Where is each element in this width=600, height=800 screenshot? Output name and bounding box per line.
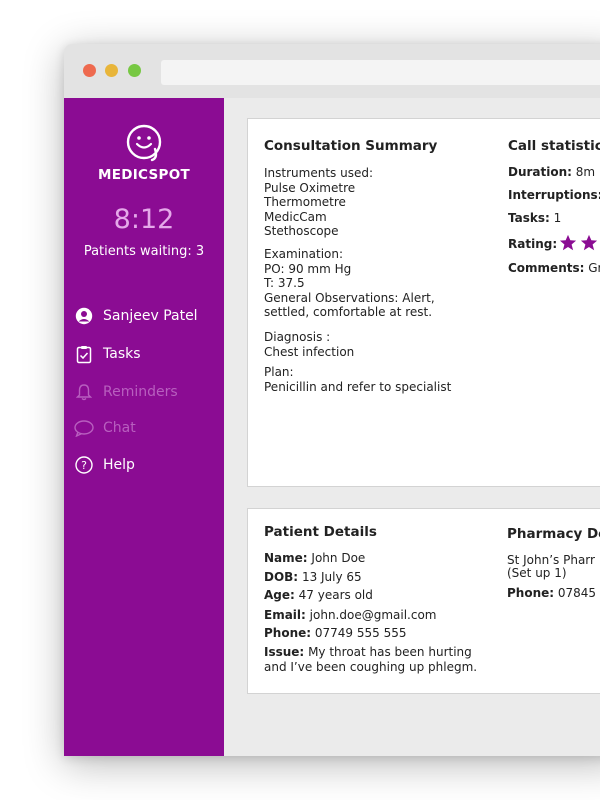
dob-value: 13 July 65 [301,570,362,584]
duration-row: Duration: 8m 1 [508,165,600,179]
sidebar-item-label: Sanjeev Patel [103,308,198,324]
patient-name-row: Name: John Doe [264,551,365,565]
issue-value: and I’ve been coughing up phlegm. [264,660,478,674]
pharmacy-phone-value: 07845 7 [557,586,600,600]
plan-value: Penicillin and refer to specialist [264,379,452,394]
brand-name: MEDICSPOT [97,167,191,183]
name-value: John Doe [311,551,366,565]
instrument-item: Thermometre [264,195,346,209]
chat-bubble-icon [74,418,94,438]
sidebar-item-label: Help [103,457,135,473]
browser-titlebar [64,44,600,98]
patient-email-row: Email: john.doe@gmail.com [264,608,436,622]
phone-value: 07749 555 555 [314,626,407,640]
tasks-row: Tasks: 1 [508,211,561,225]
examination-line: PO: 90 mm Hg [264,261,352,276]
instrument-item: MedicCam [264,209,327,224]
interruptions-row: Interruptions: ( [508,188,600,202]
call-stats-title: Call statistics [508,138,600,154]
plan-label: Plan: [264,365,294,379]
duration-label: Duration: [508,165,572,179]
medicspot-logo-icon [126,124,162,162]
consultation-title: Consultation Summary [264,138,438,154]
age-label: Age: [264,588,295,602]
maximize-window-button[interactable] [128,64,141,77]
rating-label: Rating: [508,237,558,251]
tasks-label: Tasks: [508,211,550,225]
patient-age-row: Age: 47 years old [264,588,373,602]
rating-stars [559,234,598,252]
pharmacy-phone-label: Phone: [507,586,555,600]
clock: 8:12 [113,204,175,235]
sidebar-item-chat[interactable]: Chat [74,416,219,440]
consultation-card: Consultation Summary Instruments used: P… [247,118,600,487]
duration-value: 8m 1 [575,165,600,179]
email-label: Email: [264,608,306,622]
issue-value: My throat has been hurting [308,645,472,659]
name-label: Name: [264,551,308,565]
minimize-window-button[interactable] [105,64,118,77]
diagnosis-section: Diagnosis : Chest infection [264,330,354,359]
sidebar-item-reminders[interactable]: Reminders [74,380,219,404]
sidebar: MEDICSPOT 8:12 Patients waiting: 3 Sanje… [64,98,224,756]
diagnosis-label: Diagnosis : [264,330,331,344]
pharmacy-name: St John’s Pharr (Set up 1) [507,554,595,580]
instruments-section: Instruments used: Pulse Oximetre Thermom… [264,166,373,239]
examination-section: Examination: PO: 90 mm Hg T: 37.5 Genera… [264,247,435,320]
close-window-button[interactable] [83,64,96,77]
patient-issue-row: Issue: My throat has been hurting [264,645,472,659]
patient-dob-row: DOB: 13 July 65 [264,570,362,584]
sidebar-item-label: Reminders [103,384,178,400]
rating-row: Rating: [508,237,557,251]
star-icon [580,234,598,251]
clipboard-check-icon [74,344,94,364]
email-value[interactable]: john.doe@gmail.com [310,608,437,622]
sidebar-item-help[interactable]: ? Help [74,453,219,477]
pharmacy-phone-row: Phone: 07845 7 [507,586,600,600]
sidebar-item-tasks[interactable]: Tasks [74,342,219,366]
star-icon [559,234,577,251]
svg-text:?: ? [81,459,87,472]
dob-label: DOB: [264,570,299,584]
tasks-value: 1 [553,211,562,225]
address-bar[interactable] [161,60,600,85]
patient-issue-row-2: and I’ve been coughing up phlegm. [264,660,477,674]
patients-waiting: Patients waiting: 3 [83,244,205,259]
comments-row: Comments: Gre [508,261,600,275]
age-value: 47 years old [298,588,373,602]
pharmacy-name-line: (Set up 1) [507,566,567,580]
examination-line: T: 37.5 [264,276,305,290]
comments-value: Gre [588,261,600,275]
examination-line: settled, comfortable at rest. [264,305,433,319]
browser-window: MEDICSPOT 8:12 Patients waiting: 3 Sanje… [64,44,600,756]
instrument-item: Pulse Oximetre [264,180,356,195]
instruments-label: Instruments used: [264,166,373,180]
help-circle-icon: ? [74,455,94,475]
phone-label: Phone: [264,626,312,640]
diagnosis-value: Chest infection [264,344,355,359]
patient-title: Patient Details [264,524,377,540]
examination-label: Examination: [264,247,344,261]
bell-icon [74,382,94,402]
comments-label: Comments: [508,261,585,275]
plan-section: Plan: Penicillin and refer to specialist [264,365,451,394]
user-circle-icon [74,306,94,326]
sidebar-item-label: Tasks [103,346,141,362]
issue-label: Issue: [264,645,305,659]
sidebar-item-profile[interactable]: Sanjeev Patel [74,304,219,328]
examination-line: General Observations: Alert, [264,290,435,305]
patient-card: Patient Details Name: John Doe DOB: 13 J… [247,508,600,694]
pharmacy-title: Pharmacy De [507,526,600,542]
sidebar-item-label: Chat [103,420,136,436]
interruptions-label: Interruptions: [508,188,600,202]
patient-phone-row: Phone: 07749 555 555 [264,626,407,640]
instrument-item: Stethoscope [264,224,339,238]
